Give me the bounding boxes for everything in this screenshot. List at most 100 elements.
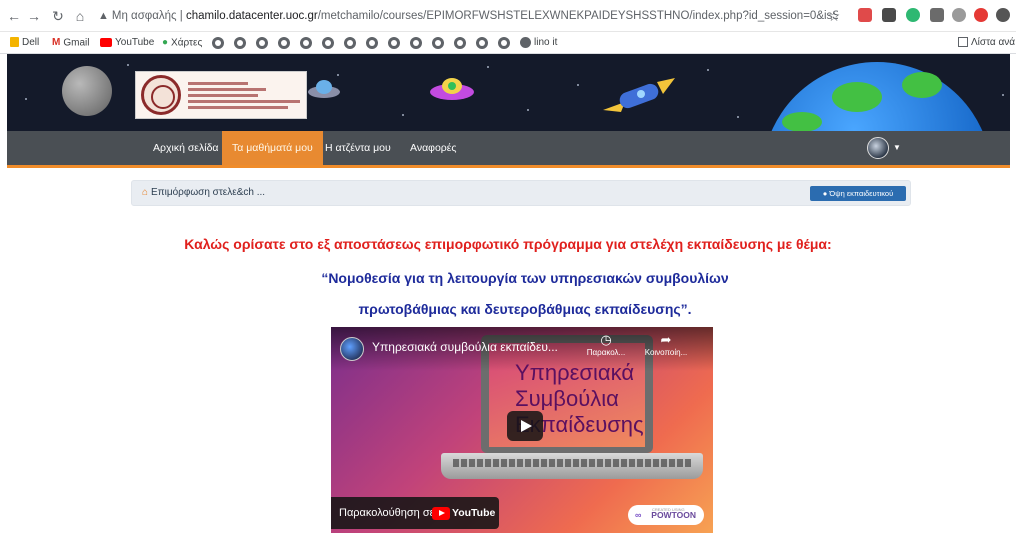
welcome-heading: Καλώς ορίσατε στο εξ αποστάσεως επιμορφω… bbox=[184, 236, 832, 252]
watch-later-button[interactable]: ◷ Παρακολ... bbox=[581, 332, 631, 357]
channel-avatar[interactable] bbox=[340, 337, 364, 361]
chevron-down-icon[interactable]: ▼ bbox=[893, 143, 901, 152]
powtoon-icon: ∞ bbox=[635, 510, 642, 520]
puzzle-icon[interactable] bbox=[996, 8, 1010, 22]
globe-icon[interactable] bbox=[278, 37, 290, 49]
bookmark-dell[interactable]: Dell bbox=[10, 36, 39, 50]
teacher-view-button[interactable]: ● Όψη εκπαιδευτικού bbox=[810, 186, 906, 201]
university-logo[interactable] bbox=[135, 71, 307, 119]
home-icon: ⌂ bbox=[142, 187, 149, 198]
bookmark-label: YouTube bbox=[115, 37, 155, 48]
url-domain: chamilo.datacenter.uoc.gr bbox=[186, 10, 318, 22]
share-label: Κοινοποίη... bbox=[644, 348, 688, 357]
maps-pin-icon: ● bbox=[162, 37, 169, 48]
globe-icon[interactable] bbox=[432, 37, 444, 49]
nav-my-agenda[interactable]: Η ατζέντα μου bbox=[315, 131, 401, 165]
youtube-video-embed[interactable]: Υπηρεσιακά συμβούλια εκπαίδευ... ◷ Παρακο… bbox=[331, 327, 713, 533]
ufo-illustration bbox=[430, 78, 474, 100]
globe-icon[interactable] bbox=[454, 37, 466, 49]
logo-text-line bbox=[188, 88, 266, 91]
breadcrumb-label: Επιμόρφωση στελε&ch ... bbox=[151, 187, 266, 198]
home-icon[interactable]: ⌂ bbox=[72, 8, 88, 24]
breadcrumb: ⌂ Επιμόρφωση στελε&ch ... ● Όψη εκπαιδευτ… bbox=[131, 180, 911, 206]
earth-illustration bbox=[762, 62, 992, 131]
play-icon[interactable] bbox=[507, 411, 543, 441]
globe-icon[interactable] bbox=[300, 37, 312, 49]
reading-list-label: Λίστα ανά bbox=[971, 37, 1016, 48]
powtoon-badge[interactable]: ∞ CREATED USING POWTOON bbox=[628, 505, 704, 525]
watch-on-label: Παρακολούθηση σε bbox=[339, 507, 435, 519]
rocket-illustration bbox=[603, 78, 675, 112]
star-decoration bbox=[25, 98, 27, 100]
extension-icon[interactable] bbox=[952, 8, 966, 22]
site-banner bbox=[7, 54, 1010, 131]
forward-arrow-icon[interactable]: → bbox=[26, 8, 42, 24]
moon-illustration bbox=[62, 66, 112, 116]
star-decoration bbox=[1002, 94, 1004, 96]
star-decoration bbox=[527, 109, 529, 111]
logo-text-line bbox=[188, 106, 288, 109]
star-bookmark-icon[interactable]: ☆ bbox=[826, 8, 842, 24]
globe-icon[interactable] bbox=[498, 37, 510, 49]
bookmark-maps[interactable]: ● Χάρτες bbox=[162, 36, 202, 50]
logo-text-line bbox=[188, 82, 248, 85]
extensions-area: ☆ bbox=[826, 8, 1016, 24]
video-title[interactable]: Υπηρεσιακά συμβούλια εκπαίδευ... bbox=[372, 340, 558, 354]
star-decoration bbox=[402, 114, 404, 116]
back-arrow-icon[interactable]: ← bbox=[6, 8, 22, 24]
globe-icon[interactable] bbox=[388, 37, 400, 49]
reading-list-icon bbox=[958, 37, 968, 48]
subject-line-2: πρωτοβάθμιας και δευτεροβάθμιας εκπαίδευ… bbox=[358, 301, 692, 317]
warning-icon[interactable]: ▲ bbox=[98, 10, 109, 22]
laptop-keyboard bbox=[441, 453, 703, 479]
star-decoration bbox=[487, 66, 489, 68]
share-button[interactable]: ➦ Κοινοποίη... bbox=[641, 332, 691, 357]
extension-icon[interactable] bbox=[930, 8, 944, 22]
globe-icon[interactable] bbox=[212, 37, 224, 49]
bookmark-label: Χάρτες bbox=[171, 37, 203, 49]
extension-icon[interactable] bbox=[974, 8, 988, 22]
avatar[interactable] bbox=[867, 137, 889, 159]
bookmark-folder-icon bbox=[10, 37, 19, 48]
globe-icon[interactable] bbox=[410, 37, 422, 49]
youtube-icon bbox=[100, 37, 112, 47]
powtoon-small-label: CREATED USING bbox=[652, 507, 685, 512]
watch-later-label: Παρακολ... bbox=[586, 348, 626, 357]
security-label: Μη ασφαλής bbox=[111, 10, 177, 22]
youtube-logo-label: YouTube bbox=[452, 507, 496, 519]
nav-home[interactable]: Αρχική σελίδα bbox=[143, 131, 229, 165]
bookmark-label: Dell bbox=[22, 37, 40, 48]
globe-icon[interactable] bbox=[476, 37, 488, 49]
ufo-illustration bbox=[308, 80, 340, 98]
nav-reports[interactable]: Αναφορές bbox=[400, 131, 467, 165]
bookmark-linoit[interactable]: lino it bbox=[520, 36, 557, 50]
bookmark-youtube[interactable]: YouTube bbox=[100, 36, 154, 50]
share-arrow-icon: ➦ bbox=[660, 332, 672, 347]
breadcrumb-item[interactable]: ⌂ Επιμόρφωση στελε&ch ... bbox=[142, 181, 265, 205]
extension-icon[interactable] bbox=[906, 8, 920, 22]
extension-icon[interactable] bbox=[858, 8, 872, 22]
teacher-view-label: Όψη εκπαιδευτικού bbox=[829, 189, 894, 198]
main-navbar: Αρχική σελίδα Τα μαθήματά μου Η ατζέντα … bbox=[7, 131, 1010, 168]
nav-my-courses[interactable]: Τα μαθήματά μου bbox=[222, 131, 323, 165]
extension-icon[interactable] bbox=[882, 8, 896, 22]
youtube-icon bbox=[432, 506, 450, 520]
globe-icon[interactable] bbox=[344, 37, 356, 49]
address-bar[interactable]: ▲ Μη ασφαλής | chamilo.datacenter.uoc.gr/… bbox=[98, 5, 838, 27]
globe-icon[interactable] bbox=[322, 37, 334, 49]
globe-icon[interactable] bbox=[234, 37, 246, 49]
bookmark-gmail[interactable]: M Gmail bbox=[52, 36, 89, 50]
land-decoration bbox=[782, 112, 822, 131]
bookmarks-bar: Dell M Gmail YouTube ● Χάρτες lino it Λίστ… bbox=[0, 32, 1016, 54]
subject-line-1: “Νομοθεσία για τη λειτουργία των υπηρεσι… bbox=[321, 270, 729, 286]
reload-icon[interactable]: ↻ bbox=[50, 8, 66, 24]
globe-icon[interactable] bbox=[366, 37, 378, 49]
reading-list[interactable]: Λίστα ανά bbox=[958, 36, 1015, 50]
bookmark-label: Gmail bbox=[63, 37, 90, 49]
star-decoration bbox=[737, 116, 739, 118]
gmail-icon: M bbox=[52, 37, 61, 48]
bookmark-label: lino it bbox=[534, 37, 558, 48]
watch-on-youtube-button[interactable]: Παρακολούθηση σε YouTube bbox=[331, 497, 499, 529]
land-decoration bbox=[832, 82, 882, 112]
globe-icon[interactable] bbox=[256, 37, 268, 49]
